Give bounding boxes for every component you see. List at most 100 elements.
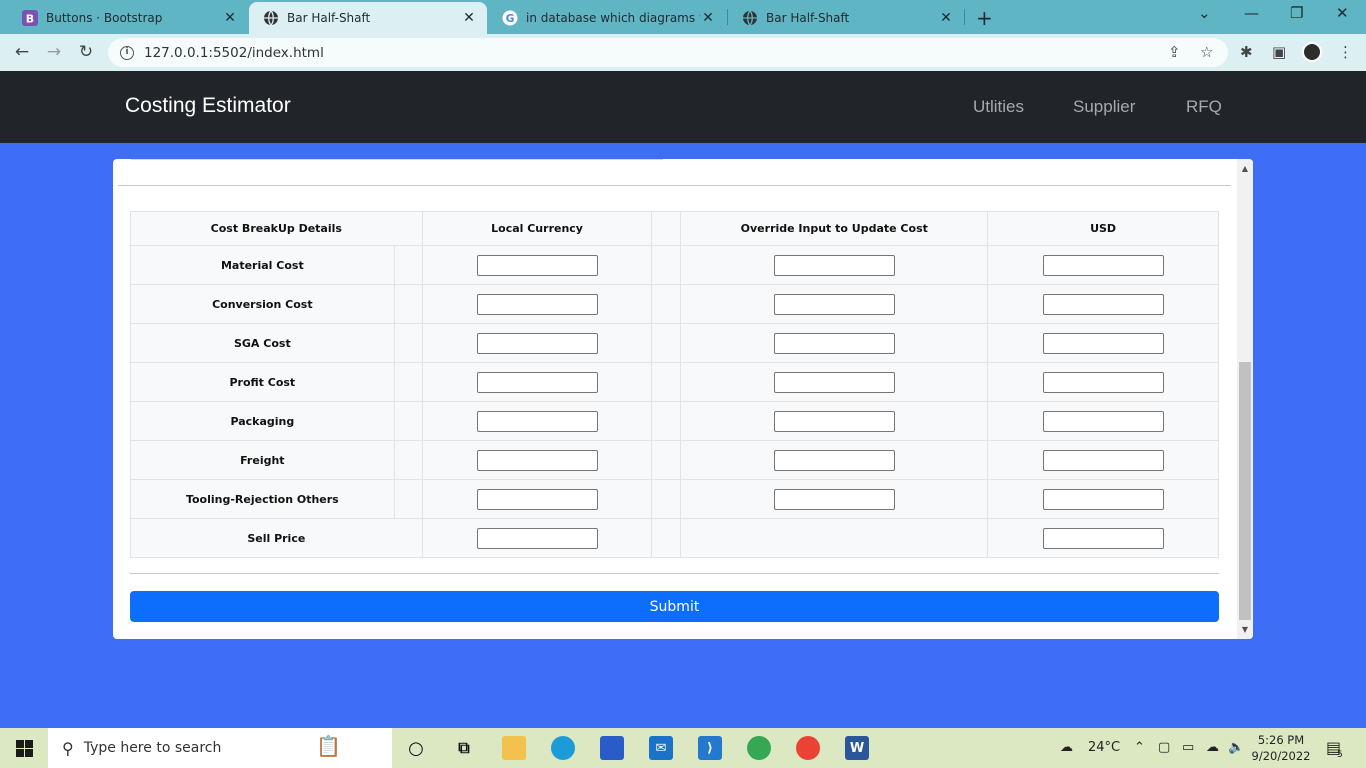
profit-cost-local-input[interactable] xyxy=(476,371,598,393)
freight-local-input[interactable] xyxy=(476,449,598,471)
tab-title: Bar Half-Shaft xyxy=(766,11,850,25)
header-cost-breakup-details: Cost BreakUp Details xyxy=(130,211,423,246)
freight-override-input[interactable] xyxy=(773,449,895,471)
microsoft-store-icon[interactable] xyxy=(600,736,624,760)
google-icon: G xyxy=(502,10,518,26)
submit-button[interactable]: Submit xyxy=(130,591,1219,622)
volume-icon[interactable]: 🔈 xyxy=(1228,740,1244,755)
browser-tab-active[interactable]: Bar Half-Shaft ✕ xyxy=(249,2,487,34)
edge-browser-icon[interactable] xyxy=(551,736,575,760)
nav-link-supplier[interactable]: Supplier xyxy=(1073,97,1135,117)
row-label-freight: Freight xyxy=(130,440,395,480)
weather-icon[interactable]: ☁ xyxy=(1060,740,1073,755)
tab-title: in database which diagrams we v xyxy=(526,11,700,25)
svg-text:G: G xyxy=(506,13,515,25)
globe-icon xyxy=(263,10,279,26)
browser-tab[interactable]: G in database which diagrams we v ✕ xyxy=(488,2,726,34)
sga-cost-usd-input[interactable] xyxy=(1042,332,1164,354)
chrome-profile-icon[interactable] xyxy=(796,736,820,760)
row-label-material-cost: Material Cost xyxy=(130,245,395,285)
extensions-puzzle-icon[interactable]: ✱ xyxy=(1240,43,1253,61)
cost-breakup-card: Cost BreakUp Details Local Currency Over… xyxy=(113,159,1253,639)
conversion-cost-local-input[interactable] xyxy=(476,293,598,315)
sga-cost-local-input[interactable] xyxy=(476,332,598,354)
close-tab-icon[interactable]: ✕ xyxy=(222,10,238,26)
taskbar-search-box[interactable]: ⚲ Type here to search 📋 xyxy=(48,728,392,768)
bookmark-star-icon[interactable]: ☆ xyxy=(1200,43,1213,61)
tab-title: Bar Half-Shaft xyxy=(287,11,371,25)
tray-chevron-up-icon[interactable]: ⌃ xyxy=(1134,740,1145,755)
nav-link-rfq[interactable]: RFQ xyxy=(1186,97,1222,117)
header-usd: USD xyxy=(987,211,1219,246)
brand-title[interactable]: Costing Estimator xyxy=(125,94,291,118)
profit-cost-usd-input[interactable] xyxy=(1042,371,1164,393)
close-window-icon[interactable]: ✕ xyxy=(1336,4,1349,22)
browser-tab[interactable]: B Buttons · Bootstrap ✕ xyxy=(8,2,248,34)
task-view-icon[interactable]: ⧉ xyxy=(452,736,476,760)
mail-icon[interactable]: ✉ xyxy=(649,736,673,760)
sga-cost-override-input[interactable] xyxy=(773,332,895,354)
close-tab-icon[interactable]: ✕ xyxy=(938,10,954,26)
conversion-cost-override-input[interactable] xyxy=(773,293,895,315)
tooling-rejection-override-input[interactable] xyxy=(773,488,895,510)
packaging-local-input[interactable] xyxy=(476,410,598,432)
sell-price-row: Sell Price xyxy=(130,518,1219,558)
minimize-icon[interactable]: — xyxy=(1244,4,1259,22)
close-tab-icon[interactable]: ✕ xyxy=(700,10,716,26)
restore-icon[interactable]: ❐ xyxy=(1290,4,1303,22)
profile-avatar[interactable] xyxy=(1302,42,1322,62)
browser-tab[interactable]: Bar Half-Shaft ✕ xyxy=(728,2,964,34)
row-label-profit-cost: Profit Cost xyxy=(130,362,395,402)
onedrive-cloud-icon[interactable]: ☁ xyxy=(1206,740,1219,755)
scroll-up-arrow-icon[interactable]: ▲ xyxy=(1237,164,1253,173)
material-cost-override-input[interactable] xyxy=(773,254,895,276)
tooling-rejection-usd-input[interactable] xyxy=(1042,488,1164,510)
reload-icon[interactable]: ↻ xyxy=(75,42,97,62)
svg-text:B: B xyxy=(26,13,34,26)
app-navbar: Costing Estimator Utlities Supplier RFQ xyxy=(0,71,1366,143)
browser-menu-icon[interactable]: ⋮ xyxy=(1338,43,1353,61)
packaging-override-input[interactable] xyxy=(773,410,895,432)
header-spacer xyxy=(651,211,682,246)
vscode-icon[interactable]: ⟩ xyxy=(698,736,722,760)
material-cost-local-input[interactable] xyxy=(476,254,598,276)
weather-temperature[interactable]: 24°C xyxy=(1088,740,1120,755)
table-row: Material Cost xyxy=(130,245,1219,285)
tab-search-chevron-icon[interactable]: ⌄ xyxy=(1198,4,1211,22)
freight-usd-input[interactable] xyxy=(1042,449,1164,471)
sell-price-local-input[interactable] xyxy=(476,527,598,549)
back-arrow-icon[interactable]: ← xyxy=(11,42,33,62)
file-explorer-icon[interactable] xyxy=(502,736,526,760)
search-placeholder: Type here to search xyxy=(83,740,222,756)
sell-price-usd-input[interactable] xyxy=(1042,527,1164,549)
row-label-conversion-cost: Conversion Cost xyxy=(130,284,395,324)
windows-start-icon[interactable] xyxy=(16,740,33,757)
bootstrap-icon: B xyxy=(22,10,38,26)
row-label-sell-price: Sell Price xyxy=(130,518,423,558)
packaging-usd-input[interactable] xyxy=(1042,410,1164,432)
tooling-rejection-local-input[interactable] xyxy=(476,488,598,510)
system-clock[interactable]: 5:26 PM 9/20/2022 xyxy=(1250,732,1312,764)
cortana-icon[interactable]: ○ xyxy=(404,736,428,760)
conversion-cost-usd-input[interactable] xyxy=(1042,293,1164,315)
scroll-down-arrow-icon[interactable]: ▼ xyxy=(1237,625,1253,634)
scrollbar-thumb[interactable] xyxy=(1239,362,1251,620)
row-label-sga-cost: SGA Cost xyxy=(130,323,395,363)
nav-link-utilities[interactable]: Utlities xyxy=(973,97,1024,117)
clock-date: 9/20/2022 xyxy=(1251,749,1311,763)
side-panel-icon[interactable]: ▣ xyxy=(1272,43,1286,61)
forward-arrow-icon[interactable]: → xyxy=(43,42,65,62)
address-bar[interactable]: i 127.0.0.1:5502/index.html xyxy=(108,38,1228,67)
new-tab-plus-icon[interactable]: + xyxy=(976,6,993,30)
share-icon[interactable]: ⇪ xyxy=(1168,43,1181,61)
profit-cost-override-input[interactable] xyxy=(773,371,895,393)
word-icon[interactable]: W xyxy=(845,736,869,760)
site-info-icon[interactable]: i xyxy=(120,45,134,60)
search-highlight-icon: 📋 xyxy=(316,734,341,758)
chrome-icon[interactable] xyxy=(747,736,771,760)
meet-now-icon[interactable]: ▢ xyxy=(1158,740,1170,755)
close-tab-icon[interactable]: ✕ xyxy=(461,10,477,26)
scrollbar[interactable]: ▲ ▼ xyxy=(1237,159,1253,639)
battery-icon[interactable]: ▭ xyxy=(1182,740,1194,755)
material-cost-usd-input[interactable] xyxy=(1042,254,1164,276)
